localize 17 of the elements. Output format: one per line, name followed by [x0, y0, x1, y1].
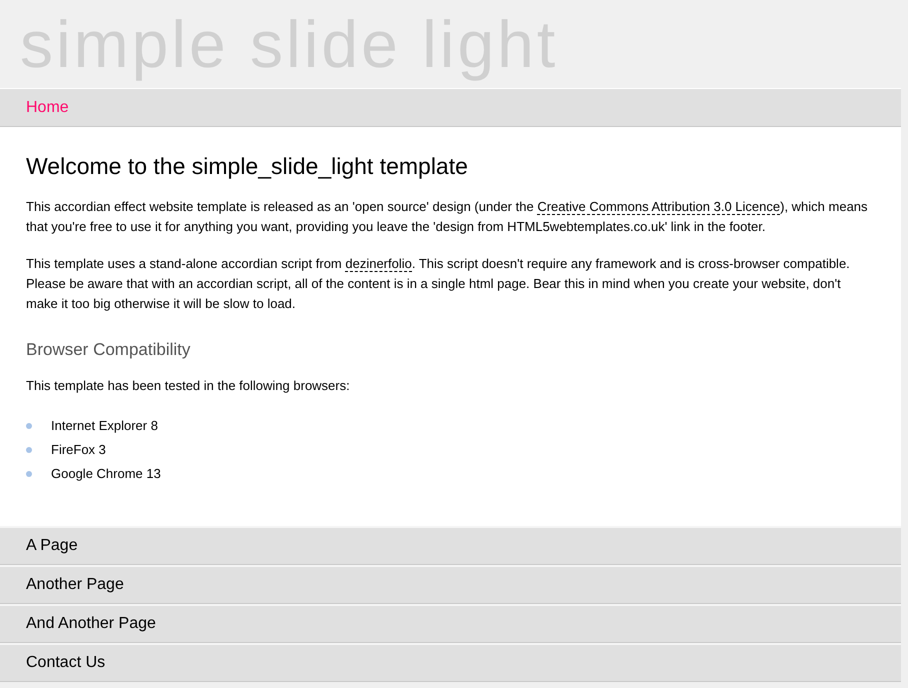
- page-title: Welcome to the simple_slide_light template: [26, 152, 469, 181]
- list-item: Internet Explorer 8: [51, 417, 158, 435]
- accordion-header[interactable]: And Another Page: [0, 604, 901, 643]
- accordion-header[interactable]: Another Page: [0, 565, 901, 604]
- bullet-icon: [26, 471, 32, 477]
- paragraph: This template uses a stand-alone accordian script from dezinerfolio. This script doesn't require any framework and is cross-browser compatible. Please be aware that with an accordian script, all of the content is in a single html page. Bear this in mind when you create your website, don't make it too big otherwise it will be slow to load.: [26, 255, 851, 313]
- section-heading: Browser Compatibility: [26, 340, 192, 360]
- list-item: Google Chrome 13: [51, 465, 161, 483]
- text-link[interactable]: Creative Commons Attribution 3.0 Licence: [537, 199, 780, 215]
- accordion-header[interactable]: A Page: [0, 526, 901, 565]
- list-item: FireFox 3: [51, 441, 106, 459]
- text-link[interactable]: dezinerfolio: [345, 256, 412, 272]
- paragraph: This template has been tested in the following browsers:: [26, 377, 351, 395]
- paragraph: This accordian effect website template is released as an 'open source' design (under the Creative Commons Attribution 3.0 Licence), which means that you're free to use it for anything you want, providing you leave the 'design from HTML5webtemplates.co.uk' link in the footer.: [26, 198, 869, 236]
- bullet-icon: [26, 447, 32, 453]
- accordion-header[interactable]: Contact Us: [0, 643, 901, 682]
- bullet-icon: [26, 423, 32, 429]
